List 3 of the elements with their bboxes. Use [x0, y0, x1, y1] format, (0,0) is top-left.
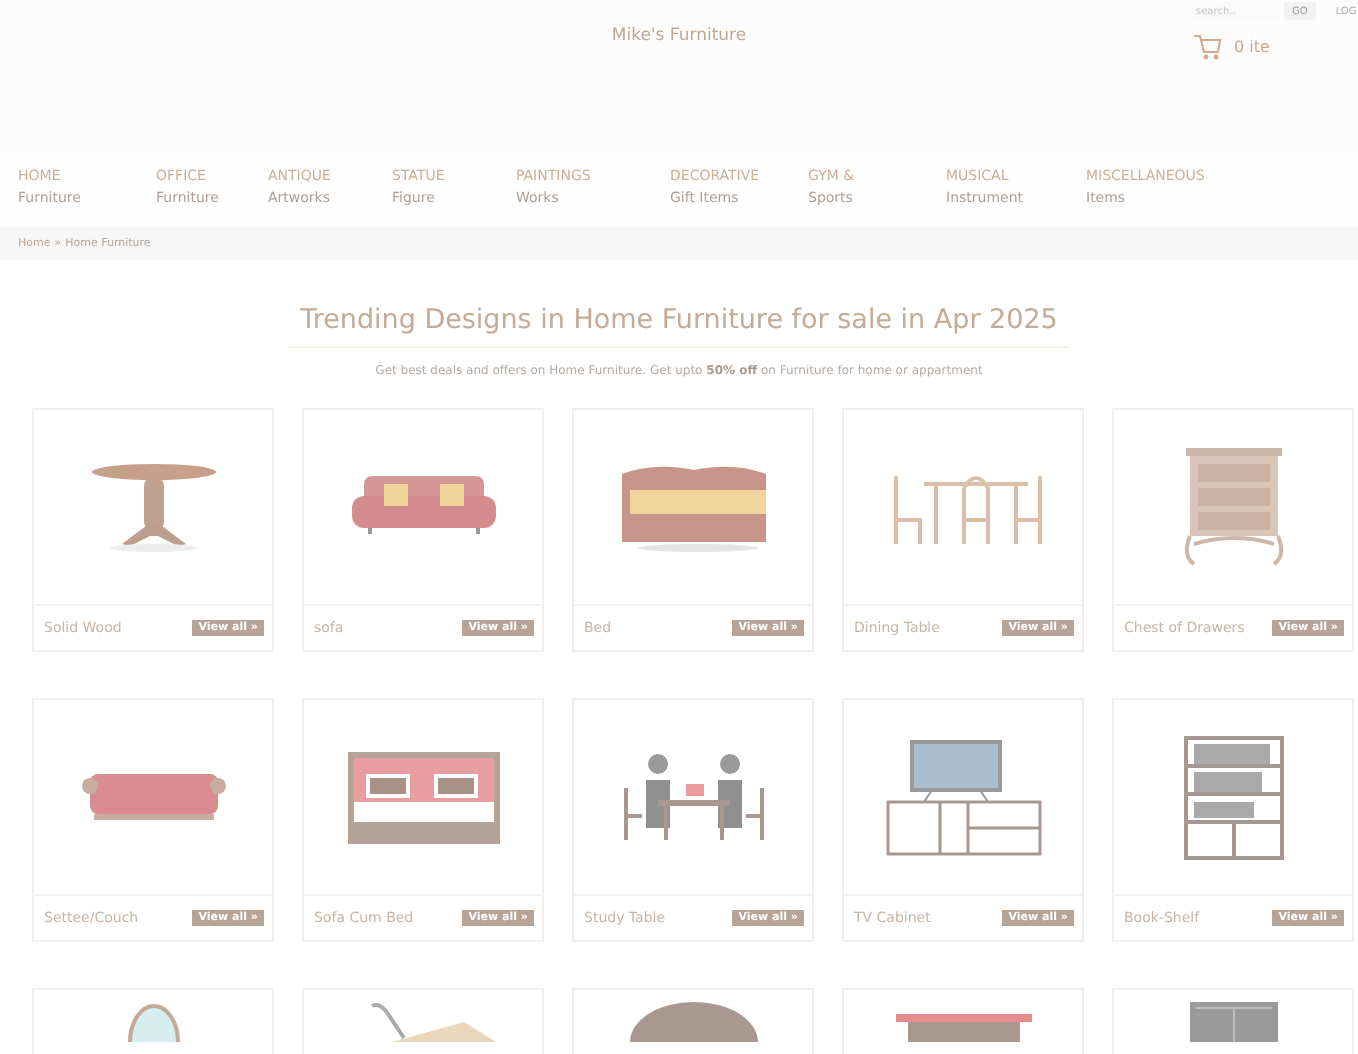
cart-count[interactable]: 0 ite — [1234, 38, 1270, 56]
page-heading: Trending Designs in Home Furniture for sale in Apr 2025 — [288, 304, 1070, 348]
site-title[interactable]: Mike's Furniture — [611, 26, 747, 48]
